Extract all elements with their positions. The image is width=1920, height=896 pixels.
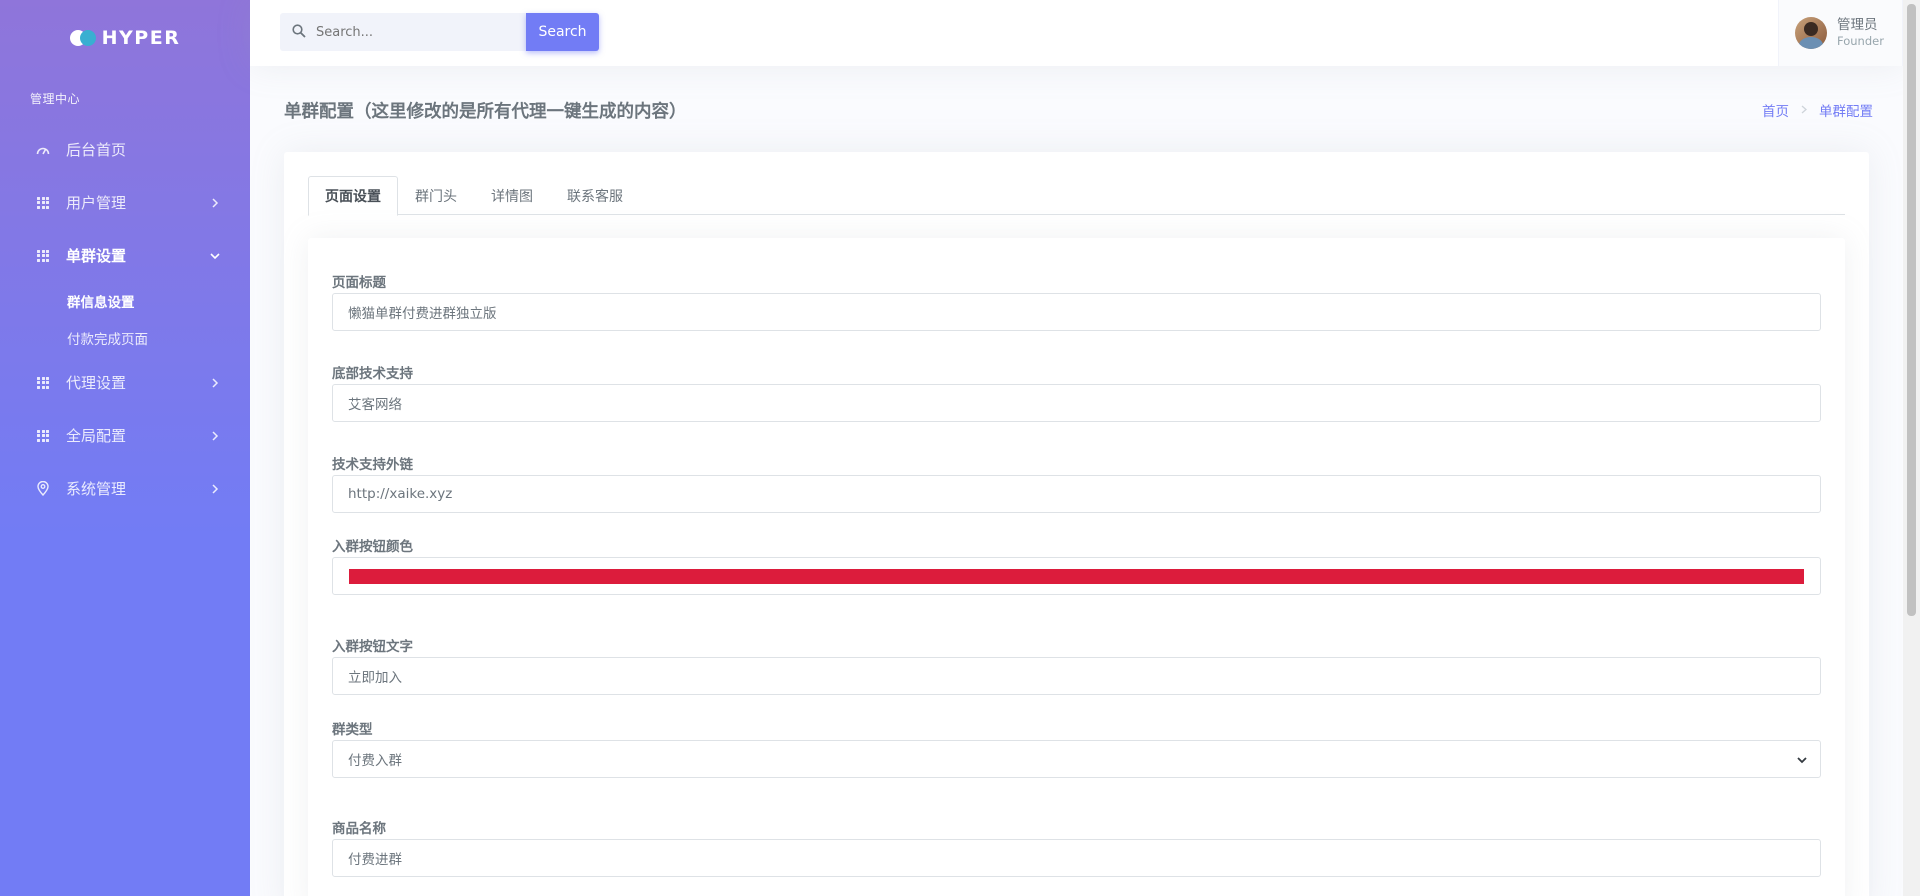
footer-support-label: 底部技术支持 bbox=[332, 366, 413, 382]
chevron-down-icon bbox=[1796, 754, 1808, 766]
sidebar-item-label: 后台首页 bbox=[66, 141, 127, 159]
tab-group-header[interactable]: 群门头 bbox=[398, 176, 474, 215]
support-link-label: 技术支持外链 bbox=[332, 457, 413, 473]
page-title: 单群配置（这里修改的是所有代理一键生成的内容） bbox=[284, 101, 687, 122]
grid-icon bbox=[36, 429, 50, 443]
logo[interactable]: HYPER bbox=[0, 0, 250, 76]
sidebar-item-dashboard[interactable]: 后台首页 bbox=[0, 123, 250, 176]
menu-section-title: 管理中心 bbox=[30, 92, 81, 106]
dashboard-icon bbox=[36, 143, 50, 157]
user-role: Founder bbox=[1837, 34, 1884, 48]
page-title-label: 页面标题 bbox=[332, 275, 386, 291]
sidebar-item-single-group[interactable]: 单群设置 bbox=[0, 229, 250, 282]
grid-icon bbox=[36, 376, 50, 390]
chevron-right-icon bbox=[210, 483, 220, 494]
chevron-right-icon bbox=[210, 197, 220, 208]
sidebar-item-label: 单群设置 bbox=[66, 247, 127, 265]
chevron-down-icon bbox=[210, 251, 220, 261]
sidebar-subitem-group-info[interactable]: 群信息设置 bbox=[0, 282, 250, 319]
breadcrumb-separator-icon bbox=[1801, 102, 1807, 118]
sidebar-item-label: 用户管理 bbox=[66, 194, 127, 212]
tab-detail-images[interactable]: 详情图 bbox=[474, 176, 550, 215]
group-type-selected: 付费入群 bbox=[348, 753, 402, 769]
join-button-color-label: 入群按钮颜色 bbox=[332, 539, 413, 555]
sidebar-item-label: 全局配置 bbox=[66, 427, 127, 445]
tab-page-settings[interactable]: 页面设置 bbox=[308, 176, 398, 216]
form-group-join-button-color: 入群按钮颜色 bbox=[332, 535, 1821, 595]
sidebar-item-system[interactable]: 系统管理 bbox=[0, 462, 250, 515]
avatar bbox=[1795, 17, 1827, 49]
grid-icon bbox=[36, 196, 50, 210]
breadcrumb: 首页 单群配置 bbox=[1762, 100, 1873, 120]
form-group-footer-support: 底部技术支持 艾客网络 bbox=[332, 362, 1821, 422]
page-scrollbar[interactable] bbox=[1903, 0, 1920, 896]
map-pin-icon bbox=[36, 481, 50, 496]
group-type-select[interactable]: 付费入群 bbox=[332, 740, 1821, 778]
breadcrumb-home[interactable]: 首页 bbox=[1762, 100, 1789, 120]
logo-text: HYPER bbox=[101, 27, 181, 49]
color-swatch bbox=[349, 568, 1804, 584]
user-info: 管理员 Founder bbox=[1837, 17, 1884, 49]
form-group-page-title: 页面标题 懒猫单群付费进群独立版 bbox=[332, 271, 1821, 331]
product-name-input[interactable]: 付费进群 bbox=[332, 839, 1821, 877]
tab-bar: 页面设置 群门头 详情图 联系客服 bbox=[308, 176, 1845, 216]
form-group-group-type: 群类型 付费入群 bbox=[332, 718, 1821, 778]
search-box bbox=[280, 13, 526, 51]
support-link-input[interactable]: http://xaike.xyz bbox=[332, 475, 1821, 513]
sidebar: HYPER 管理中心 后台首页 用户管理 单群设置 群信息设置 付款完成页面 代… bbox=[0, 0, 250, 896]
search-icon bbox=[292, 23, 306, 42]
form-panel: 页面标题 懒猫单群付费进群独立版 底部技术支持 艾客网络 技术支持外链 http… bbox=[308, 238, 1845, 896]
sidebar-item-global[interactable]: 全局配置 bbox=[0, 409, 250, 462]
form-group-product-name: 商品名称 付费进群 bbox=[332, 817, 1821, 877]
sidebar-item-agent[interactable]: 代理设置 bbox=[0, 356, 250, 409]
product-name-label: 商品名称 bbox=[332, 821, 386, 837]
search-button[interactable]: Search bbox=[526, 13, 599, 51]
chevron-right-icon bbox=[210, 430, 220, 441]
logo-icon bbox=[69, 30, 96, 46]
topbar: Search 管理员 Founder bbox=[250, 0, 1903, 66]
page-title-input[interactable]: 懒猫单群付费进群独立版 bbox=[332, 293, 1821, 331]
join-button-color-picker[interactable] bbox=[332, 557, 1821, 595]
user-name: 管理员 bbox=[1837, 17, 1878, 33]
join-button-text-label: 入群按钮文字 bbox=[332, 639, 413, 655]
sidebar-item-users[interactable]: 用户管理 bbox=[0, 176, 250, 229]
breadcrumb-current: 单群配置 bbox=[1819, 104, 1873, 120]
sidebar-subitem-payment-complete[interactable]: 付款完成页面 bbox=[0, 319, 250, 356]
join-button-text-input[interactable]: 立即加入 bbox=[332, 657, 1821, 695]
grid-icon bbox=[36, 249, 50, 263]
scrollbar-thumb[interactable] bbox=[1907, 4, 1916, 616]
form-group-join-button-text: 入群按钮文字 立即加入 bbox=[332, 635, 1821, 695]
group-type-label: 群类型 bbox=[332, 722, 373, 738]
chevron-right-icon bbox=[210, 377, 220, 388]
search-form: Search bbox=[280, 13, 599, 51]
page-title-box: 单群配置（这里修改的是所有代理一键生成的内容） 首页 单群配置 bbox=[284, 94, 1873, 126]
footer-support-input[interactable]: 艾客网络 bbox=[332, 384, 1821, 422]
config-card: 页面设置 群门头 详情图 联系客服 页面标题 懒猫单群付费进群独立版 底部技术支… bbox=[284, 152, 1869, 896]
user-menu[interactable]: 管理员 Founder bbox=[1778, 0, 1903, 66]
sidebar-item-label: 代理设置 bbox=[66, 374, 127, 392]
search-input[interactable] bbox=[316, 24, 506, 40]
tab-contact-support[interactable]: 联系客服 bbox=[550, 176, 640, 215]
sidebar-item-label: 系统管理 bbox=[66, 480, 127, 498]
form-group-support-link: 技术支持外链 http://xaike.xyz bbox=[332, 453, 1821, 513]
